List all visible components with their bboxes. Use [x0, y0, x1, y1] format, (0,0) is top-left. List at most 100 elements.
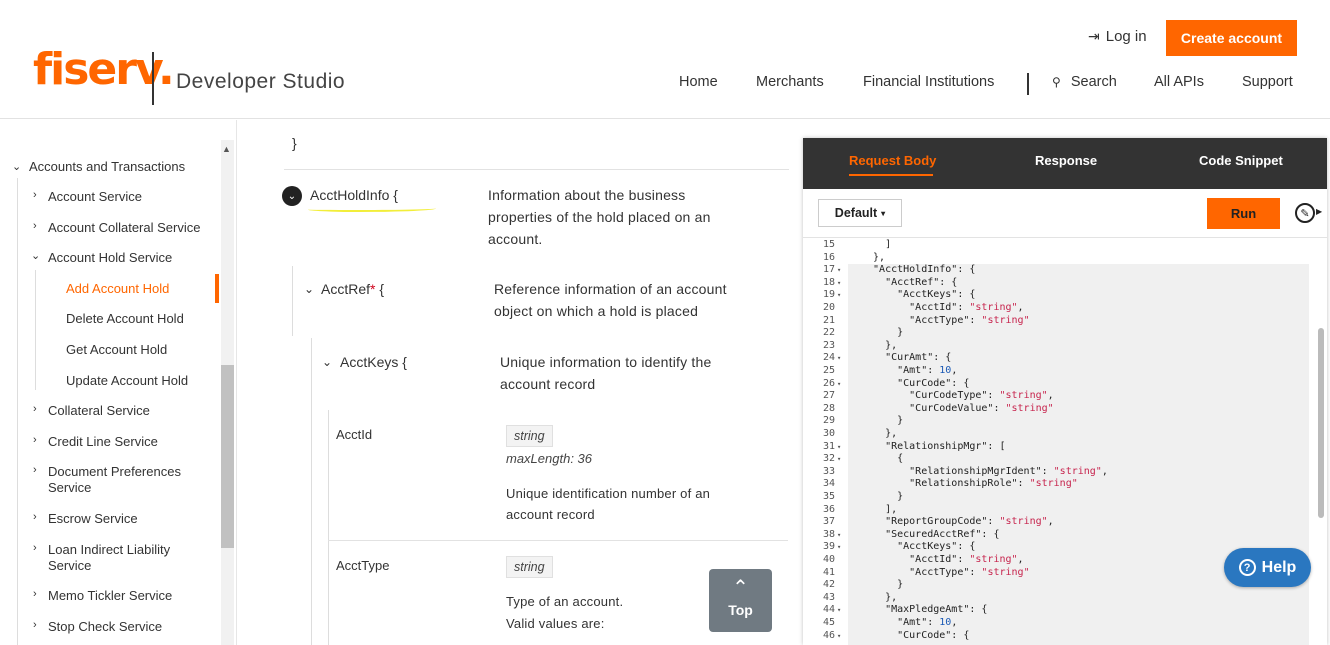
fold-toggle-icon[interactable]: ▾: [837, 604, 841, 617]
tab-response[interactable]: Response: [1035, 153, 1097, 168]
tab-code-snippet[interactable]: Code Snippet: [1199, 153, 1283, 168]
nav-merchants[interactable]: Merchants: [756, 74, 824, 90]
sidebar-item-add-account-hold[interactable]: Add Account Hold: [66, 281, 169, 297]
chevron-right-icon[interactable]: ›: [33, 511, 37, 523]
code-line: "AcctKeys": {: [861, 289, 976, 301]
chevron-right-icon[interactable]: ›: [33, 189, 37, 201]
line-number: 46: [822, 629, 835, 641]
sidebar-item-get-account-hold[interactable]: Get Account Hold: [66, 342, 167, 358]
field-acct-keys[interactable]: AcctKeys {: [340, 354, 407, 370]
sidebar-item-stop-check-service[interactable]: Stop Check Service: [48, 619, 162, 635]
fold-toggle-icon[interactable]: ▾: [837, 630, 841, 643]
fold-toggle-icon[interactable]: ▾: [837, 378, 841, 391]
sidebar-item-delete-account-hold[interactable]: Delete Account Hold: [66, 311, 184, 327]
divider: [284, 169, 789, 170]
desc-line: Reference information of an account: [494, 281, 727, 297]
sidebar-item-label: Loan Indirect Liability: [48, 542, 171, 557]
code-line: "AcctId": "string",: [861, 554, 1024, 565]
line-number: 21: [822, 314, 835, 326]
line-number: 40: [822, 554, 835, 565]
fold-toggle-icon[interactable]: ▾: [837, 277, 841, 290]
scroll-up-arrow-icon[interactable]: ▲: [222, 144, 231, 154]
field-acct-ref[interactable]: AcctRef* {: [321, 281, 384, 297]
fold-toggle-icon[interactable]: ▾: [837, 289, 841, 302]
sidebar-item-loan-indirect-liability-service[interactable]: Loan Indirect Liability Service: [48, 542, 170, 574]
line-number: 32: [822, 453, 835, 465]
code-line: "AcctId": "string",: [861, 302, 1024, 313]
line-number: 45: [822, 617, 835, 628]
code-line: "SecuredAcctRef": {: [861, 528, 1000, 540]
chevron-right-icon[interactable]: ›: [33, 464, 37, 476]
sidebar-item-accounts-and-transactions[interactable]: Accounts and Transactions: [29, 159, 185, 175]
chevron-down-icon[interactable]: ⌄: [304, 282, 314, 296]
fold-toggle-icon[interactable]: ▾: [837, 441, 841, 454]
line-number: 27: [822, 390, 835, 402]
field-brace: {: [402, 354, 407, 370]
collapse-circle-icon[interactable]: ⌄: [282, 186, 302, 206]
login-arrow-icon: ⇥: [1088, 28, 1100, 44]
help-button[interactable]: ? Help: [1224, 548, 1311, 587]
help-label: Help: [1261, 558, 1297, 576]
nav-support[interactable]: Support: [1242, 74, 1293, 90]
sidebar-item-credit-line-service[interactable]: Credit Line Service: [48, 434, 158, 450]
chevron-right-icon[interactable]: ›: [33, 542, 37, 554]
code-line: "AcctType": "string": [861, 314, 1030, 326]
sidebar-item-label-line2: Service: [48, 558, 92, 573]
chevron-down-icon[interactable]: ⌄: [12, 160, 21, 173]
field-acct-hold-info[interactable]: AcctHoldInfo {: [310, 187, 398, 203]
line-number: 28: [822, 402, 835, 414]
chevron-right-icon[interactable]: ›: [33, 403, 37, 415]
sidebar-item-account-service[interactable]: Account Service: [48, 189, 142, 205]
chevron-down-icon[interactable]: ⌄: [322, 355, 332, 369]
run-button[interactable]: Run: [1207, 198, 1280, 229]
product-name: Developer Studio: [176, 70, 346, 93]
chevron-right-icon[interactable]: ›: [33, 434, 37, 446]
sidebar-item-update-account-hold[interactable]: Update Account Hold: [66, 373, 188, 389]
chevron-right-icon[interactable]: ›: [33, 619, 37, 631]
fold-toggle-icon[interactable]: ▾: [837, 529, 841, 542]
line-number: 26: [822, 377, 835, 389]
login-link[interactable]: ⇥ Log in: [1088, 28, 1147, 45]
nav-home[interactable]: Home: [679, 74, 718, 90]
code-line: "MaxPledgeAmt": {: [861, 604, 988, 616]
chevron-down-icon[interactable]: ⌄: [31, 249, 40, 262]
line-number: 31: [822, 440, 835, 452]
panel-toolbar: Default ▾ Run ✎ ▶: [803, 189, 1327, 238]
line-number: 38: [822, 528, 835, 540]
tree-guide: [292, 266, 293, 336]
caret-right-icon[interactable]: ▶: [1316, 207, 1322, 216]
code-line: "AcctRef": {: [861, 276, 958, 288]
fold-toggle-icon[interactable]: ▾: [837, 453, 841, 466]
field-brace: {: [393, 187, 398, 203]
fold-toggle-icon[interactable]: ▾: [837, 264, 841, 277]
tab-request-body[interactable]: Request Body: [849, 153, 936, 168]
example-select[interactable]: Default ▾: [818, 199, 902, 227]
wrench-icon[interactable]: ✎: [1295, 203, 1315, 223]
line-number: 35: [822, 491, 835, 502]
sidebar-item-document-preferences-service[interactable]: Document Preferences Service: [48, 464, 181, 496]
back-to-top-button[interactable]: ⌃ Top: [709, 569, 772, 632]
fold-toggle-icon[interactable]: ▾: [837, 352, 841, 365]
create-account-button[interactable]: Create account: [1166, 20, 1297, 56]
code-line: },: [861, 339, 898, 351]
chevron-right-icon[interactable]: ›: [33, 220, 37, 232]
line-number: 34: [822, 478, 835, 490]
desc-line: Unique identification number of an: [506, 486, 711, 501]
nav-financial-institutions[interactable]: Financial Institutions: [863, 74, 994, 90]
code-line: "CurCode": {: [861, 629, 970, 641]
desc-line: Type of an account.: [506, 594, 624, 609]
code-scrollbar-thumb[interactable]: [1318, 328, 1324, 518]
line-number: 15: [822, 239, 835, 250]
sidebar-item-memo-tickler-service[interactable]: Memo Tickler Service: [48, 588, 172, 604]
sidebar-scrollbar-thumb[interactable]: [221, 365, 234, 548]
sidebar-item-collateral-service[interactable]: Collateral Service: [48, 403, 150, 419]
nav-search[interactable]: ⚲ Search: [1052, 74, 1117, 90]
nav-all-apis[interactable]: All APIs: [1154, 74, 1204, 90]
sidebar-item-account-hold-service[interactable]: Account Hold Service: [48, 250, 172, 266]
sidebar-item-escrow-service[interactable]: Escrow Service: [48, 511, 138, 527]
desc-line: object on which a hold is placed: [494, 303, 699, 319]
tree-guide: [35, 270, 36, 390]
chevron-right-icon[interactable]: ›: [33, 588, 37, 600]
sidebar-item-account-collateral-service[interactable]: Account Collateral Service: [48, 220, 200, 236]
fold-toggle-icon[interactable]: ▾: [837, 541, 841, 554]
